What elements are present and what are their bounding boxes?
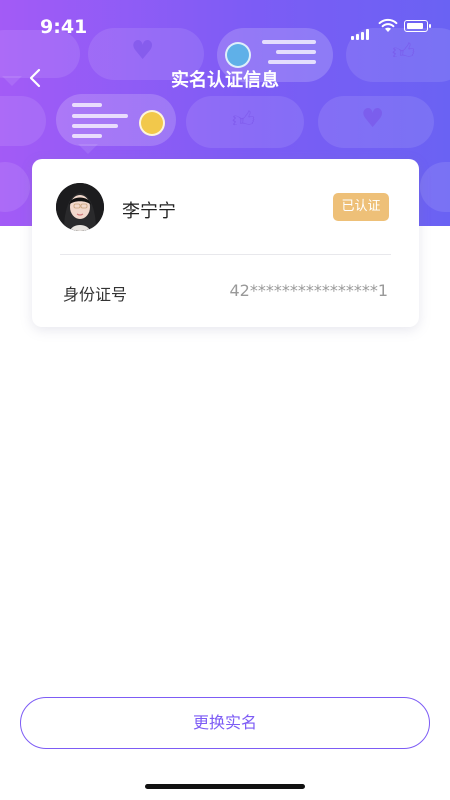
- thumbs-up-icon: 👍︎: [232, 108, 255, 133]
- decor-line: [72, 124, 118, 128]
- decor-bubble: [0, 162, 30, 212]
- avatar: [56, 183, 104, 231]
- decor-bubble: [0, 96, 46, 146]
- decor-line: [72, 103, 102, 107]
- status-time: 9:41: [40, 16, 88, 38]
- cellular-signal-icon: [351, 21, 371, 40]
- change-real-name-button[interactable]: 更换实名: [20, 697, 430, 749]
- decor-line: [72, 114, 128, 118]
- divider: [60, 254, 391, 255]
- id-number-value: 42****************1: [229, 281, 388, 300]
- decor-avatar: [139, 110, 165, 136]
- decor-line: [72, 134, 102, 138]
- decor-line: [268, 60, 316, 64]
- user-avatar-image: [56, 183, 104, 231]
- page-title: 实名认证信息: [171, 70, 279, 91]
- wifi-icon: [378, 18, 398, 32]
- verification-card: 李宁宁 已认证 身份证号 42****************1: [32, 159, 419, 327]
- status-bar: 9:41: [0, 0, 450, 54]
- user-name: 李宁宁: [122, 201, 176, 222]
- heart-icon: ♥: [361, 104, 385, 134]
- battery-icon: [404, 20, 431, 32]
- home-indicator: [145, 784, 305, 789]
- id-number-label: 身份证号: [63, 285, 128, 304]
- decor-bubble: [420, 162, 450, 212]
- verified-badge: 已认证: [333, 193, 389, 221]
